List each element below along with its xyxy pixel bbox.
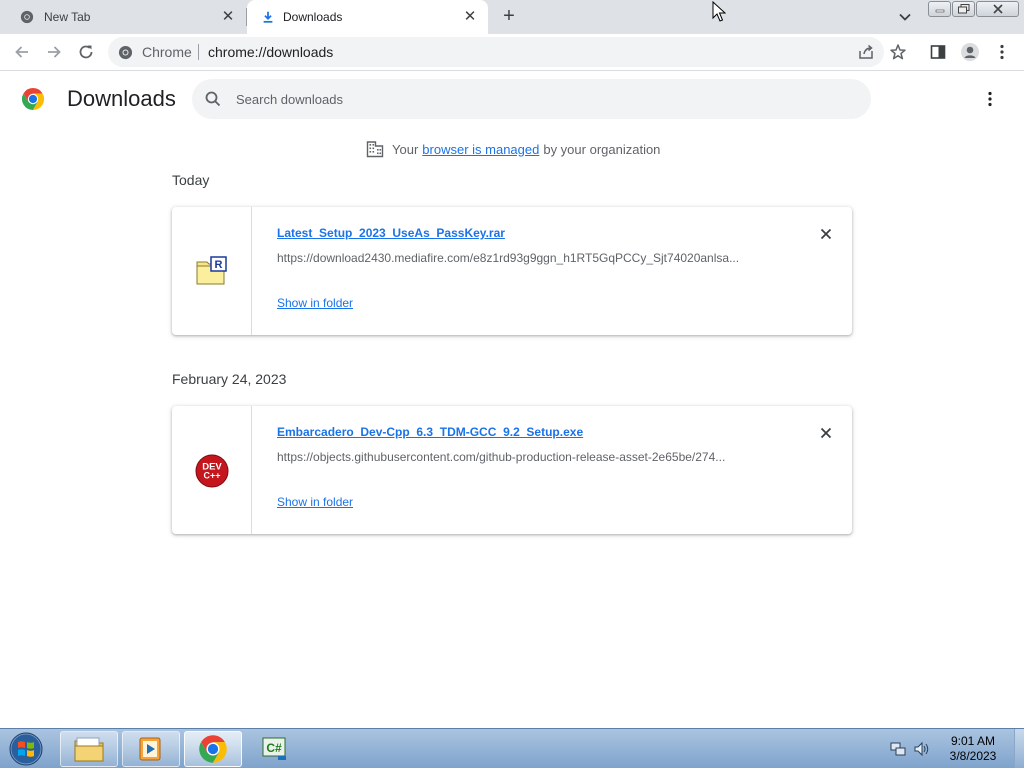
star-icon: [890, 44, 906, 60]
browser-toolbar: Chrome chrome://downloads: [0, 34, 1024, 71]
chrome-logo-icon: [21, 88, 45, 110]
svg-text:R: R: [215, 259, 223, 271]
kebab-menu-icon: [988, 91, 992, 107]
date-heading: Today: [172, 172, 210, 188]
taskbar-media-player[interactable]: [122, 731, 180, 767]
forward-button[interactable]: [44, 42, 64, 62]
site-chip: Chrome: [142, 44, 192, 60]
close-icon: [820, 427, 832, 439]
bookmark-button[interactable]: [888, 42, 908, 62]
reload-button[interactable]: [76, 42, 96, 62]
mouse-cursor-icon: [712, 1, 726, 22]
arrow-left-icon: [15, 46, 28, 58]
url-text[interactable]: chrome://downloads: [208, 44, 333, 60]
show-in-folder-link[interactable]: Show in folder: [277, 296, 353, 310]
tab-title: New Tab: [44, 10, 91, 24]
side-panel-button[interactable]: [928, 42, 948, 62]
managed-prefix: Your: [392, 141, 419, 157]
file-source-url[interactable]: https://objects.githubusercontent.com/gi…: [277, 450, 777, 464]
omnibox-separator: [198, 44, 199, 60]
chrome-icon: [199, 735, 227, 763]
chrome-icon: [20, 10, 34, 24]
file-icon-column: R: [172, 207, 252, 335]
tab-downloads[interactable]: Downloads ✕: [247, 0, 488, 34]
side-panel-icon: [930, 45, 946, 59]
rar-archive-icon: R: [196, 256, 227, 285]
show-in-folder-link[interactable]: Show in folder: [277, 495, 353, 509]
taskbar-chrome[interactable]: [184, 731, 242, 767]
new-tab-button[interactable]: +: [498, 6, 520, 28]
restore-icon: [957, 4, 969, 14]
minimize-icon: [935, 9, 944, 13]
chrome-icon: [118, 45, 133, 60]
close-icon: [992, 4, 1003, 14]
restore-button[interactable]: [952, 1, 975, 17]
tab-search-chevron-icon[interactable]: [896, 8, 914, 26]
clock-date: 3/8/2023: [949, 749, 997, 763]
search-box[interactable]: [192, 79, 871, 119]
taskbar: C# 9:01 AM 3/8/2023: [0, 728, 1024, 768]
address-bar[interactable]: Chrome chrome://downloads: [108, 37, 884, 67]
remove-download-button[interactable]: [816, 224, 836, 244]
file-icon-column: DEV C++: [172, 406, 252, 534]
volume-icon[interactable]: [914, 741, 930, 757]
tab-strip: New Tab ✕ Downloads ✕ +: [0, 0, 1024, 34]
close-icon: [820, 228, 832, 240]
back-button[interactable]: [12, 42, 32, 62]
profile-avatar-icon: [961, 43, 979, 61]
screen: New Tab ✕ Downloads ✕ + Chrome chrome://…: [0, 0, 1024, 768]
taskbar-explorer[interactable]: [60, 731, 118, 767]
search-input[interactable]: [236, 89, 836, 109]
search-icon: [205, 91, 221, 107]
devcpp-icon-text-bottom: C++: [203, 471, 220, 481]
building-icon: [366, 141, 384, 158]
managed-suffix: by your organization: [543, 141, 661, 157]
close-window-button[interactable]: [976, 1, 1019, 17]
download-icon: [263, 11, 273, 23]
windows-explorer-icon: [74, 737, 104, 762]
profile-button[interactable]: [960, 42, 980, 62]
remove-download-button[interactable]: [816, 423, 836, 443]
file-source-url[interactable]: https://download2430.mediafire.com/e8z1r…: [277, 251, 777, 265]
arrow-right-icon: [48, 46, 61, 58]
windows-start-icon[interactable]: [6, 731, 46, 767]
browser-menu-button[interactable]: [992, 42, 1012, 62]
show-desktop-button[interactable]: [1014, 729, 1024, 768]
share-icon: [859, 44, 873, 59]
download-item: R Latest_Setup_2023_UseAs_PassKey.rar ht…: [172, 207, 852, 335]
file-name-link[interactable]: Embarcadero_Dev-Cpp_6.3_TDM-GCC_9.2_Setu…: [277, 425, 583, 439]
network-icon[interactable]: [890, 741, 906, 757]
page-title: Downloads: [67, 86, 176, 111]
share-button[interactable]: [856, 42, 876, 62]
taskbar-csharp-ide[interactable]: C#: [246, 731, 304, 767]
kebab-menu-icon: [1000, 44, 1004, 60]
date-heading: February 24, 2023: [172, 371, 287, 387]
devcpp-icon: DEV C++: [195, 454, 229, 488]
managed-notice: Your browser is managed by your organiza…: [366, 140, 660, 158]
media-player-icon: [139, 737, 161, 761]
managed-link[interactable]: browser is managed: [422, 142, 539, 157]
close-tab-icon[interactable]: ✕: [220, 8, 236, 25]
system-clock[interactable]: 9:01 AM 3/8/2023: [940, 734, 1006, 764]
minimize-button[interactable]: [928, 1, 951, 17]
close-tab-icon[interactable]: ✕: [462, 8, 478, 25]
csharp-ide-icon: C#: [262, 737, 286, 760]
svg-text:C#: C#: [266, 741, 282, 755]
clock-time: 9:01 AM: [950, 734, 996, 748]
tab-title: Downloads: [283, 10, 343, 24]
file-name-link[interactable]: Latest_Setup_2023_UseAs_PassKey.rar: [277, 226, 505, 240]
download-item: DEV C++ Embarcadero_Dev-Cpp_6.3_TDM-GCC_…: [172, 406, 852, 534]
tab-new-tab[interactable]: New Tab ✕: [0, 0, 246, 34]
downloads-menu-button[interactable]: [980, 89, 1000, 109]
reload-icon: [79, 45, 93, 59]
